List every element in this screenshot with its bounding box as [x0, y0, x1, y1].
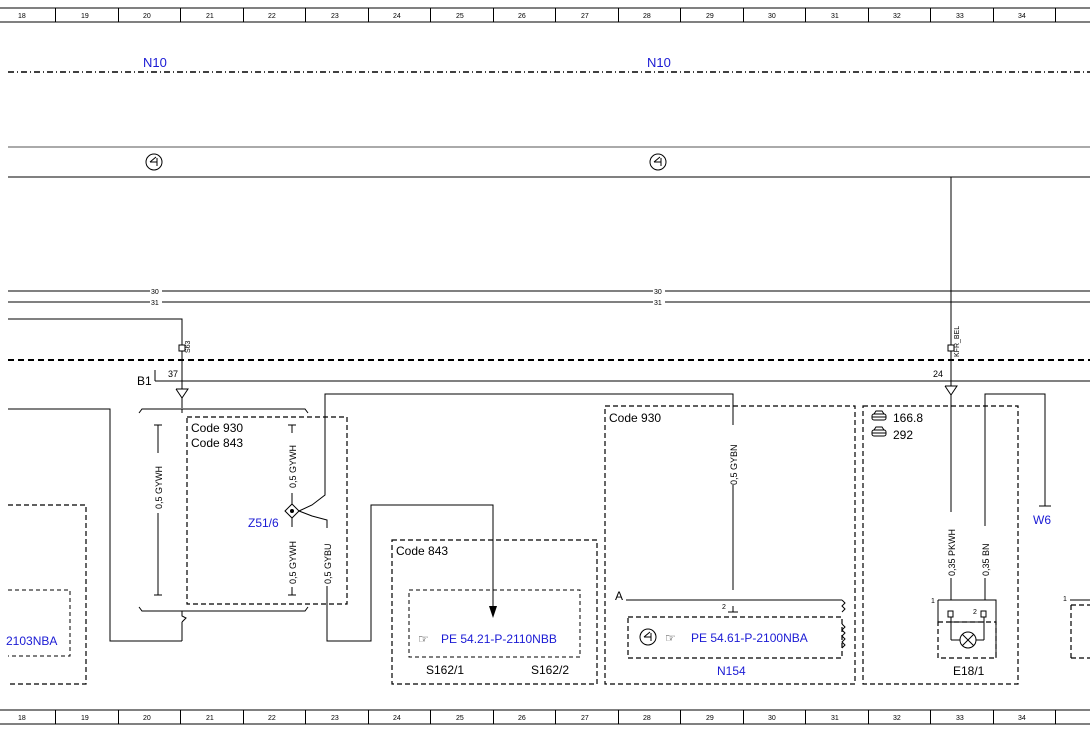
grid-column-number: 31: [831, 13, 839, 20]
hand-pointer-icon: ☞: [665, 631, 676, 645]
wire-gywh-bottom-label: 0,5 GYWH: [288, 541, 298, 584]
grid-column-number: 18: [18, 13, 26, 20]
wiring-diagram: 18 19 20 21 22 23 24 25 26 27 28 29 30 31 32 33 34 18 19 2…: [0, 7, 1090, 725]
wire-gywh-left-label: 0,5 GYWH: [154, 466, 164, 509]
w6-label[interactable]: W6: [1033, 513, 1051, 527]
hand-pointer-icon: ☞: [418, 632, 429, 646]
grid-column-number: 29: [706, 13, 714, 20]
arrow-down-icon: [489, 606, 497, 618]
pin-37-label: 37: [168, 369, 178, 379]
grid-column-number: 28: [643, 13, 651, 20]
grid-column-number: 28: [643, 715, 651, 722]
lamp-icon: [959, 631, 977, 649]
wire-gybu-label: 0,5 GYBU: [323, 543, 333, 584]
pin-24-label: 24: [933, 369, 943, 379]
s63-label: S63: [185, 340, 192, 353]
reference-pe-2100-link[interactable]: PE 54.61-P-2100NBA: [691, 631, 808, 645]
grid-column-number: 20: [143, 13, 151, 20]
grid-column-number: 20: [143, 715, 151, 722]
grid-column-number: 18: [18, 715, 26, 722]
grid-column-number: 21: [206, 715, 214, 722]
car-ref-166-8: 166.8: [893, 411, 923, 425]
wire-gybn-label: 0,5 GYBN: [729, 444, 739, 485]
lamp-box: [937, 621, 997, 659]
grid-column-number: 30: [768, 13, 776, 20]
grid-column-number: 22: [268, 715, 276, 722]
s162-2-label: S162/2: [531, 663, 569, 677]
grid-column-number: 19: [81, 715, 89, 722]
grid-column-number: 34: [1018, 13, 1026, 20]
code-930-right: Code 930: [609, 411, 661, 425]
pin-a-label: A: [615, 589, 623, 603]
reference-2103nba-link[interactable]: 2103NBA: [6, 634, 57, 648]
line-31-number: 31: [151, 300, 159, 307]
grid-column-number: 23: [331, 715, 339, 722]
wire-bn-label: 0,35 BN: [981, 543, 991, 576]
n10-label-right[interactable]: N10: [647, 55, 671, 70]
wire-s63: [8, 318, 183, 345]
pin-2-n154-label: 2: [722, 604, 726, 611]
grid-column-number: 24: [393, 13, 401, 20]
grid-column-number: 33: [956, 13, 964, 20]
car-ref-292: 292: [893, 428, 913, 442]
ground-symbol-icon: [145, 153, 163, 171]
grid-column-number: 19: [81, 13, 89, 20]
grid-column-number: 32: [893, 13, 901, 20]
e18-1-label: E18/1: [953, 664, 985, 678]
car-icon: [871, 426, 887, 437]
z51-6-label[interactable]: Z51/6: [248, 516, 279, 530]
line-30-number: 30: [151, 289, 159, 296]
pin-2-e18-label: 2: [973, 609, 977, 616]
pin-1-e18-label: 1: [931, 598, 935, 605]
line-31-number: 31: [654, 300, 662, 307]
pin-1-right-label: 1: [1063, 596, 1067, 603]
grid-column-number: 23: [331, 13, 339, 20]
n154-label[interactable]: N154: [717, 664, 746, 678]
grid-column-number: 31: [831, 715, 839, 722]
line-30-number: 30: [654, 289, 662, 296]
grid-column-number: 30: [768, 715, 776, 722]
grid-column-number: 26: [518, 13, 526, 20]
grid-column-number: 25: [456, 715, 464, 722]
e18-1-box: [862, 405, 1019, 685]
grid-column-number: 21: [206, 13, 214, 20]
s162-1-label: S162/1: [426, 663, 464, 677]
left-reference-box: [8, 504, 87, 685]
grid-column-number: 32: [893, 715, 901, 722]
code-843-mid: Code 843: [396, 544, 448, 558]
code-930-left: Code 930: [191, 421, 243, 435]
grid-column-number: 26: [518, 715, 526, 722]
grid-column-number: 34: [1018, 715, 1026, 722]
grid-column-number: 33: [956, 715, 964, 722]
code-843-left: Code 843: [191, 436, 243, 450]
car-icon: [871, 410, 887, 421]
b1-label: B1: [137, 374, 152, 388]
wire-gywh-top-label: 0,5 GYWH: [288, 445, 298, 488]
kfr-bel-label: KFR_BEL: [954, 326, 961, 357]
ground-symbol-icon: [639, 628, 657, 646]
connector-arrow-icon: [175, 388, 189, 399]
wire-left: [8, 408, 182, 642]
wire-pkwh-label: 0,35 PKWH: [947, 529, 957, 576]
grid-column-number: 25: [456, 13, 464, 20]
top-grid-ruler: 18 19 20 21 22 23 24 25 26 27 28 29 30 31 32 33 34: [0, 7, 1090, 23]
grid-column-number: 29: [706, 715, 714, 722]
ground-symbol-icon: [649, 153, 667, 171]
bottom-grid-ruler: 18 19 20 21 22 23 24 25 26 27 28 29 30 31 32 33 34: [0, 709, 1090, 725]
grid-column-number: 27: [581, 715, 589, 722]
n10-label-left[interactable]: N10: [143, 55, 167, 70]
grid-column-number: 24: [393, 715, 401, 722]
reference-pe-2110-link[interactable]: PE 54.21-P-2110NBB: [441, 632, 557, 646]
connector-arrow-icon: [944, 385, 958, 396]
grid-column-number: 27: [581, 13, 589, 20]
grid-column-number: 22: [268, 13, 276, 20]
